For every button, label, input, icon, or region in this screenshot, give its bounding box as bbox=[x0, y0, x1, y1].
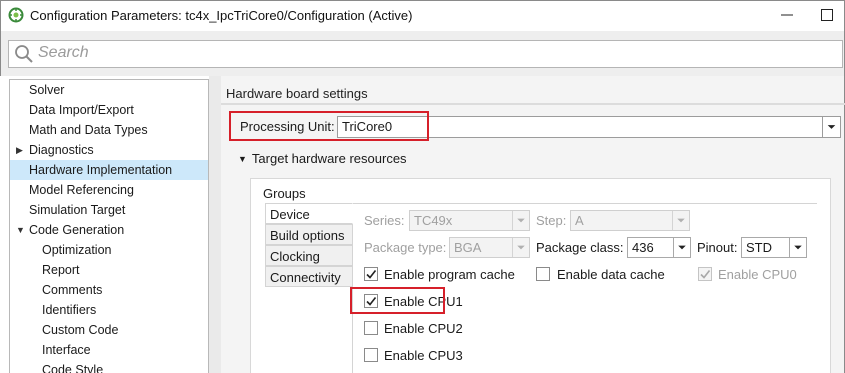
category-tree: Solver Data Import/Export Math and Data Ty… bbox=[9, 79, 209, 373]
step-value: A bbox=[575, 213, 584, 228]
nav-item-label: Code Generation bbox=[29, 223, 125, 237]
target-hardware-resources-toggle[interactable]: ▼ Target hardware resources bbox=[238, 151, 407, 166]
nav-item-label: Identifiers bbox=[42, 303, 97, 317]
maximize-icon[interactable] bbox=[816, 4, 838, 26]
nav-item[interactable]: Solver bbox=[10, 80, 208, 100]
cpu2-checkbox[interactable] bbox=[364, 321, 378, 335]
cpu3-checkbox[interactable] bbox=[364, 348, 378, 362]
pane-splitter[interactable] bbox=[209, 76, 221, 373]
simulink-app-icon bbox=[8, 7, 24, 23]
pinout-label: Pinout: bbox=[697, 240, 738, 255]
nav-item[interactable]: Code Style bbox=[10, 360, 208, 373]
checkmark-icon bbox=[366, 270, 377, 279]
section-heading: Hardware board settings bbox=[226, 86, 368, 101]
data-cache-checkbox[interactable] bbox=[536, 267, 550, 281]
minimize-icon[interactable] bbox=[776, 4, 798, 26]
program-cache-label: Enable program cache bbox=[384, 267, 515, 282]
nav-item-label: Comments bbox=[42, 283, 103, 297]
nav-item-label: Model Referencing bbox=[29, 183, 134, 197]
nav-item-label: Interface bbox=[42, 343, 91, 357]
package-type-dropdown: BGA bbox=[449, 237, 530, 258]
nav-item-label: Hardware Implementation bbox=[29, 163, 173, 177]
nav-item-label: Report bbox=[42, 263, 80, 277]
nav-item-label: Simulation Target bbox=[29, 203, 126, 217]
collapse-arrow-icon: ▼ bbox=[238, 154, 247, 164]
package-class-dropdown[interactable]: 436 bbox=[627, 237, 691, 258]
series-label: Series: bbox=[364, 213, 405, 228]
nav-item[interactable]: Data Import/Export bbox=[10, 100, 208, 120]
data-cache-label: Enable data cache bbox=[557, 267, 665, 282]
search-placeholder: Search bbox=[38, 44, 89, 61]
tab-clocking[interactable]: Clocking bbox=[265, 245, 353, 266]
nav-item-label: Custom Code bbox=[42, 323, 119, 337]
groups-label: Groups bbox=[263, 186, 306, 201]
step-dropdown: A bbox=[570, 210, 690, 231]
pinout-dropdown[interactable]: STD bbox=[741, 237, 807, 258]
nav-item[interactable]: Math and Data Types bbox=[10, 120, 208, 140]
search-icon bbox=[15, 45, 33, 63]
series-value: TC49x bbox=[414, 213, 453, 228]
nav-item[interactable]: Hardware Implementation bbox=[10, 160, 208, 180]
window-title: Configuration Parameters: tc4x_IpcTriCor… bbox=[30, 8, 413, 23]
processing-unit-highlight bbox=[229, 111, 429, 141]
package-type-label: Package type: bbox=[364, 240, 447, 255]
package-type-value: BGA bbox=[454, 240, 482, 255]
nav-item[interactable]: Model Referencing bbox=[10, 180, 208, 200]
cpu0-checkbox bbox=[698, 267, 712, 281]
package-class-label: Package class: bbox=[536, 240, 624, 255]
series-dropdown: TC49x bbox=[409, 210, 530, 231]
nav-item-label: Data Import/Export bbox=[29, 103, 134, 117]
chevron-down-icon bbox=[512, 211, 525, 230]
nav-item[interactable]: Custom Code bbox=[10, 320, 208, 340]
tab-connectivity[interactable]: Connectivity bbox=[265, 266, 353, 287]
nav-item[interactable]: Interface bbox=[10, 340, 208, 360]
nav-item[interactable]: Simulation Target bbox=[10, 200, 208, 220]
nav-item-label: Optimization bbox=[42, 243, 112, 257]
nav-item-label: Diagnostics bbox=[29, 143, 94, 157]
nav-item-label: Code Style bbox=[42, 363, 104, 373]
chevron-down-icon bbox=[512, 238, 525, 257]
cpu0-label: Enable CPU0 bbox=[718, 267, 797, 282]
nav-item[interactable]: Identifiers bbox=[10, 300, 208, 320]
program-cache-checkbox[interactable] bbox=[364, 267, 378, 281]
nav-item[interactable]: ▶ Diagnostics bbox=[10, 140, 208, 160]
expand-arrow-icon[interactable]: ▶ bbox=[16, 140, 23, 160]
nav-item-label: Solver bbox=[29, 83, 65, 97]
pinout-value: STD bbox=[746, 240, 772, 255]
nav-item[interactable]: Comments bbox=[10, 280, 208, 300]
nav-item[interactable]: Report bbox=[10, 260, 208, 280]
nav-item[interactable]: Optimization bbox=[10, 240, 208, 260]
cpu2-label: Enable CPU2 bbox=[384, 321, 463, 336]
package-class-value: 436 bbox=[632, 240, 654, 255]
target-hardware-resources-label: Target hardware resources bbox=[251, 151, 407, 166]
chevron-down-icon[interactable] bbox=[822, 117, 840, 137]
chevron-down-icon bbox=[672, 211, 685, 230]
nav-item-label: Math and Data Types bbox=[29, 123, 148, 137]
collapse-arrow-icon[interactable]: ▼ bbox=[16, 220, 25, 240]
step-label: Step: bbox=[536, 213, 567, 228]
checkmark-icon bbox=[700, 270, 711, 279]
cpu1-highlight bbox=[350, 287, 445, 314]
chevron-down-icon[interactable] bbox=[789, 238, 806, 257]
chevron-down-icon[interactable] bbox=[673, 238, 690, 257]
section-divider bbox=[221, 103, 845, 105]
search-input[interactable] bbox=[8, 40, 843, 68]
tab-build-options[interactable]: Build options bbox=[265, 224, 353, 245]
cpu3-label: Enable CPU3 bbox=[384, 348, 463, 363]
nav-item[interactable]: ▼ Code Generation bbox=[10, 220, 208, 240]
tab-device[interactable]: Device bbox=[265, 203, 353, 224]
